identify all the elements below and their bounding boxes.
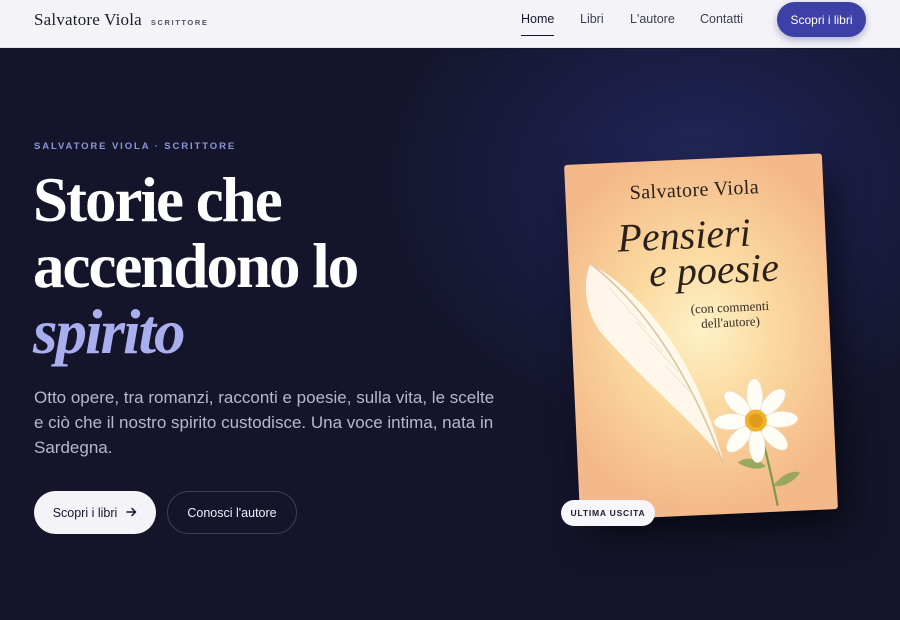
brand-tagline: SCRITTORE: [150, 18, 209, 27]
brand-name[interactable]: Salvatore Viola: [34, 10, 142, 30]
nav-link-label: Home: [521, 12, 555, 26]
arrow-right-icon: [126, 506, 137, 520]
nav-link-libri[interactable]: Libri: [580, 12, 604, 36]
hero-headline: Storie che accendono lo spirito: [33, 165, 359, 367]
nav-cta-button[interactable]: Scopri i libri: [777, 2, 866, 37]
book-subtitle: (con commenti dell'autore): [690, 298, 770, 332]
headline-line-2: accendono lo: [33, 231, 359, 301]
hero-section: SALVATORE VIOLA · SCRITTORE Storie che a…: [0, 49, 900, 620]
hero-lead: Otto opere, tra romanzi, racconti e poes…: [34, 388, 495, 457]
feather-daisy-illustration: [585, 263, 801, 506]
discover-books-label: Scopri i libri: [52, 505, 118, 520]
nav-link-autore[interactable]: L'autore: [630, 12, 675, 36]
discover-books-button[interactable]: Scopri i libri: [34, 491, 156, 534]
headline-line-1: Storie che: [33, 165, 283, 235]
brand[interactable]: Salvatore Viola SCRITTORE: [34, 10, 209, 30]
book-cover[interactable]: Salvatore Viola Pensieri e poesie (con c…: [564, 153, 838, 521]
headline-accent: spirito: [33, 297, 186, 367]
nav-link-home[interactable]: Home: [521, 12, 555, 36]
nav-link-contatti[interactable]: Contatti: [700, 12, 743, 36]
book-title: Pensieri e poesie: [616, 210, 779, 296]
active-underline: [521, 34, 555, 36]
hero-eyebrow: SALVATORE VIOLA · SCRITTORE: [34, 141, 237, 152]
top-navbar: Salvatore Viola SCRITTORE Home Libri L'a…: [0, 0, 900, 48]
latest-release-badge: ULTIMA USCITA: [561, 500, 655, 526]
meet-author-button[interactable]: Conosci l'autore: [167, 491, 297, 534]
